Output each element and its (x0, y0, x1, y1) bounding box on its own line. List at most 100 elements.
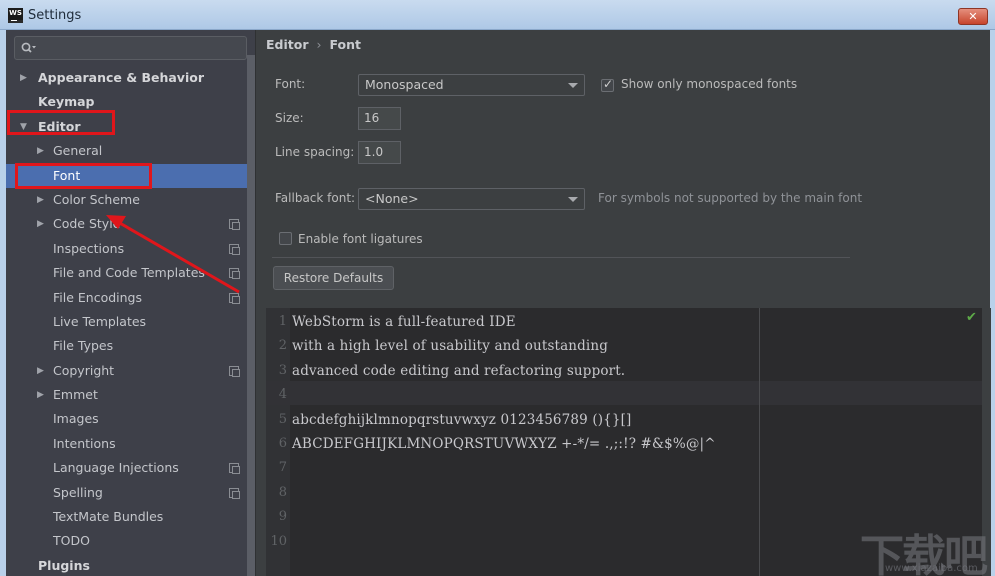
collapsed-arrow-icon[interactable]: ▶ (37, 212, 44, 236)
fallback-font-hint: For symbols not supported by the main fo… (598, 191, 863, 205)
code-text: WebStorm is a full-featured IDE (292, 314, 516, 330)
enable-ligatures-label[interactable]: Enable font ligatures (298, 232, 423, 246)
sidebar-item-live-templates[interactable]: Live Templates (6, 310, 255, 334)
sidebar-item-color-scheme[interactable]: ▶ Color Scheme (6, 188, 255, 212)
sidebar-item-label: Emmet (53, 387, 98, 403)
sidebar-item-font[interactable]: Font (6, 163, 255, 188)
code-line: 3 advanced code editing and refactoring s… (266, 359, 982, 383)
sidebar-item-file-and-code-templates[interactable]: File and Code Templates (6, 261, 255, 285)
fallback-font-value: <None> (365, 191, 419, 206)
line-number: 1 (278, 314, 287, 329)
sidebar-item-editor[interactable]: ▼ Editor (6, 115, 255, 139)
line-number: 10 (270, 533, 287, 549)
code-line: 6 ABCDEFGHIJKLMNOPQRSTUVWXYZ +-*/= .,;:!?… (266, 432, 982, 456)
collapsed-arrow-icon[interactable]: ▶ (37, 383, 44, 407)
show-monospaced-label[interactable]: Show only monospaced fonts (621, 77, 797, 91)
code-text: advanced code editing and refactoring su… (292, 362, 626, 379)
sidebar-item-todo[interactable]: TODO (6, 529, 255, 553)
project-scope-icon (229, 219, 240, 231)
collapsed-arrow-icon[interactable]: ▶ (37, 188, 44, 212)
breadcrumb-parent[interactable]: Editor (266, 37, 309, 52)
collapsed-arrow-icon[interactable]: ▶ (20, 66, 27, 90)
sidebar-item-label: Keymap (38, 94, 95, 110)
sidebar-item-label: Color Scheme (53, 191, 140, 207)
sidebar-item-label: Editor (38, 118, 81, 134)
project-scope-icon (229, 487, 240, 499)
inspection-ok-icon: ✔ (966, 310, 977, 325)
sidebar-item-general[interactable]: ▶ General (6, 139, 255, 163)
sidebar-item-file-types[interactable]: File Types (6, 334, 255, 358)
settings-search-input[interactable] (14, 36, 247, 60)
line-spacing-label: Line spacing: (275, 145, 355, 159)
line-number: 6 (278, 436, 287, 451)
sidebar-item-language-injections[interactable]: Language Injections (6, 456, 255, 480)
close-button[interactable]: ✕ (958, 8, 988, 25)
sidebar-item-plugins[interactable]: Plugins (6, 554, 255, 576)
sidebar-item-images[interactable]: Images (6, 407, 255, 431)
size-label: Size: (275, 111, 304, 125)
size-input[interactable]: 16 (358, 107, 401, 130)
sidebar-item-label: Spelling (53, 484, 103, 500)
line-number: 2 (278, 338, 287, 354)
enable-ligatures-checkbox[interactable] (279, 232, 292, 245)
settings-dialog: ▶ Appearance & Behavior Keymap ▼ Editor ▶ Gene… (6, 30, 991, 576)
line-number: 9 (278, 509, 287, 525)
sidebar-item-label: Copyright (53, 362, 115, 378)
settings-tree: ▶ Appearance & Behavior Keymap ▼ Editor ▶ Gene… (6, 66, 255, 576)
project-scope-icon (229, 243, 240, 255)
divider (272, 257, 850, 258)
sidebar-item-keymap[interactable]: Keymap (6, 90, 255, 114)
code-line: 5 abcdefghijklmnopqrstuvwxyz 0123456789 (… (266, 408, 982, 432)
sidebar-item-label: Language Injections (53, 460, 179, 476)
sidebar-scrollbar[interactable] (247, 55, 255, 576)
show-monospaced-checkbox[interactable] (601, 77, 614, 92)
sidebar-item-label: Appearance & Behavior (38, 70, 204, 85)
line-number: 4 (278, 387, 287, 403)
line-spacing-input[interactable]: 1.0 (358, 141, 401, 164)
sidebar-item-label: Live Templates (53, 313, 147, 329)
sidebar-item-label: Font (53, 167, 81, 183)
restore-defaults-button[interactable]: Restore Defaults (273, 266, 394, 290)
sidebar-item-intentions[interactable]: Intentions (6, 432, 255, 456)
font-combobox[interactable]: Monospaced (358, 74, 585, 96)
code-line: 7 (266, 456, 982, 480)
chevron-down-icon (568, 197, 578, 202)
code-text: ABCDEFGHIJKLMNOPQRSTUVWXYZ +-*/= .,;:!? … (292, 436, 716, 452)
line-number: 5 (278, 411, 287, 427)
sidebar-item-label: File Encodings (53, 289, 143, 305)
code-line: 8 (266, 481, 982, 505)
sidebar-item-code-style[interactable]: ▶ Code Style (6, 212, 255, 236)
line-number: 8 (278, 484, 287, 500)
sidebar-item-label: File Types (53, 338, 114, 354)
window-title: Settings (28, 8, 82, 23)
project-scope-icon (229, 463, 240, 475)
sidebar-item-emmet[interactable]: ▶ Emmet (6, 383, 255, 407)
collapsed-arrow-icon[interactable]: ▶ (37, 139, 44, 163)
font-settings-panel: Editor › Font Font: Monospaced Show only m… (255, 30, 991, 576)
project-scope-icon (229, 365, 240, 377)
sidebar-item-copyright[interactable]: ▶ Copyright (6, 359, 255, 383)
font-label: Font: (275, 77, 306, 91)
code-text: abcdefghijklmnopqrstuvwxyz 0123456789 ()… (292, 411, 632, 428)
sidebar-item-appearance-behavior[interactable]: ▶ Appearance & Behavior (6, 66, 255, 90)
line-number: 3 (278, 362, 287, 378)
fallback-font-combobox[interactable]: <None> (358, 188, 585, 210)
sidebar-item-textmate-bundles[interactable]: TextMate Bundles (6, 505, 255, 529)
sidebar-item-label: Images (53, 411, 99, 427)
sidebar-item-spelling[interactable]: Spelling (6, 481, 255, 505)
sidebar-item-file-encodings[interactable]: File Encodings (6, 286, 255, 310)
breadcrumb: Editor › Font (266, 37, 361, 52)
code-line: 4 (266, 383, 982, 407)
code-line: 1 WebStorm is a full-featured IDE (266, 310, 982, 334)
title-bar: WS Settings ✕ (0, 0, 995, 30)
project-scope-icon (229, 292, 240, 304)
sidebar-item-inspections[interactable]: Inspections (6, 237, 255, 261)
chevron-down-icon (568, 83, 578, 88)
collapsed-arrow-icon[interactable]: ▶ (37, 359, 44, 383)
webstorm-app-icon: WS (8, 8, 23, 23)
sidebar-item-label: TODO (53, 533, 90, 549)
breadcrumb-separator: › (316, 37, 322, 52)
expanded-arrow-icon[interactable]: ▼ (20, 115, 27, 139)
sidebar-item-label: Intentions (53, 435, 116, 451)
fallback-font-label: Fallback font: (275, 191, 356, 205)
